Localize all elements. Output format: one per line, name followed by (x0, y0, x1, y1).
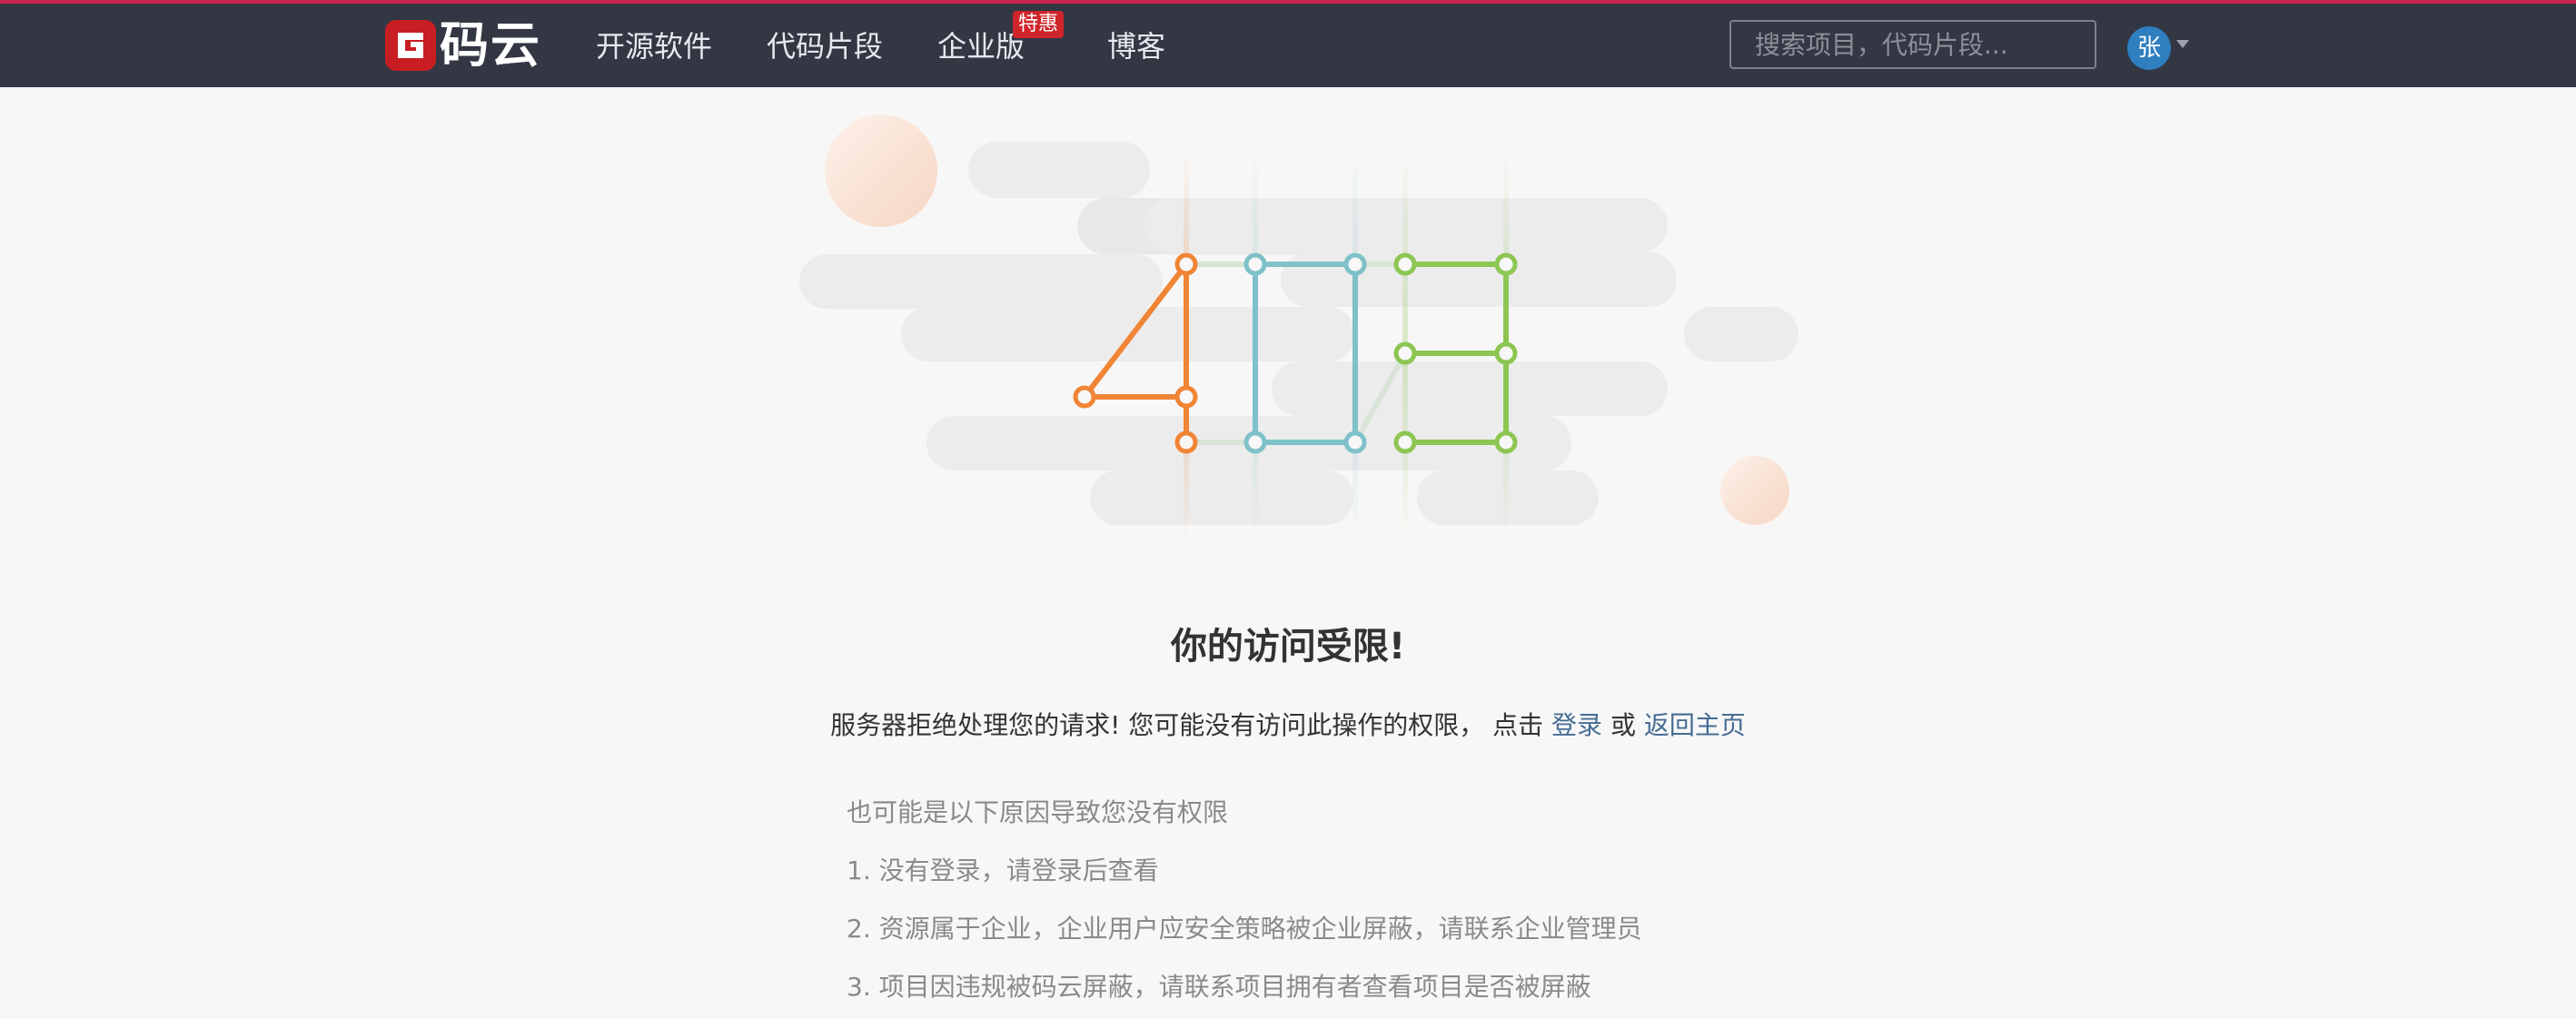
gitee-logo-icon (385, 20, 436, 71)
nav-open-source[interactable]: 开源软件 (596, 25, 712, 67)
home-link[interactable]: 返回主页 (1644, 710, 1746, 740)
promo-badge: 特惠 (1013, 11, 1065, 38)
or-text: 或 (1610, 710, 1636, 740)
login-link[interactable]: 登录 (1551, 710, 1602, 740)
description-text: 服务器拒绝处理您的请求! 您可能没有访问此操作的权限， 点击 (830, 710, 1544, 740)
avatar[interactable]: 张 (2127, 26, 2171, 70)
reasons-heading: 也可能是以下原因导致您没有权限 (847, 797, 1229, 827)
error-403-illustration (799, 114, 1798, 545)
nav-enterprise[interactable]: 企业版 (937, 25, 1025, 67)
error-description: 服务器拒绝处理您的请求! 您可能没有访问此操作的权限， 点击 登录 或 返回主页 (0, 705, 2576, 747)
brand-name: 码云 (440, 16, 541, 74)
search-input[interactable] (1729, 20, 2096, 69)
sun-decor-large (825, 114, 937, 227)
sun-decor-small (1720, 456, 1789, 525)
page-title: 你的访问受限! (1170, 626, 1406, 668)
reason-item: 3. 项目因违规被码云屏蔽，请联系项目拥有者查看项目是否被屏蔽 (847, 972, 1591, 1002)
chevron-down-icon[interactable] (2176, 40, 2189, 48)
nav-code-snippets[interactable]: 代码片段 (767, 25, 883, 67)
nav-blog[interactable]: 博客 (1107, 25, 1165, 67)
navbar: 码云 开源软件 代码片段 企业版 特惠 博客 张 (0, 4, 2576, 87)
logo[interactable]: 码云 (385, 18, 541, 73)
reason-item: 1. 没有登录，请登录后查看 (847, 856, 1159, 885)
reasons-list: 也可能是以下原因导致您没有权限 1. 没有登录，请登录后查看 2. 资源属于企业… (847, 792, 1642, 1019)
reason-item: 2. 资源属于企业，企业用户应安全策略被企业屏蔽，请联系企业管理员 (847, 914, 1642, 944)
cloud-shapes (799, 142, 1798, 525)
